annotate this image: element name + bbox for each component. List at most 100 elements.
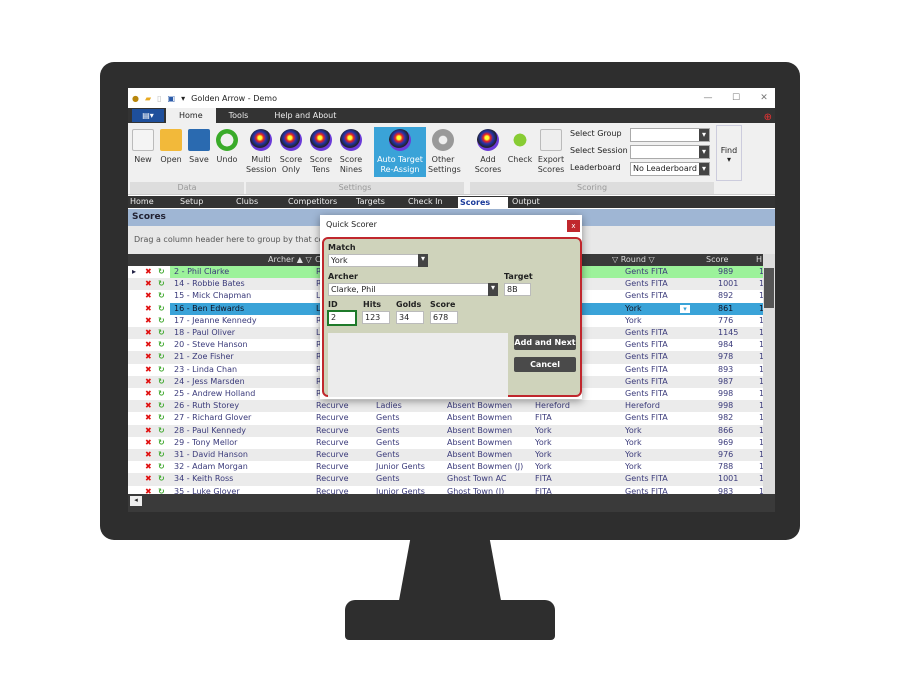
table-row[interactable]: ✖ ↻ 27 - Richard Glover Recurve Gents Absent … [128, 412, 764, 424]
table-row[interactable]: ✖ ↻ 29 - Tony Mellor Recurve Gents Absent Bow… [128, 437, 764, 449]
reassign-icon[interactable]: ↻ [158, 461, 165, 473]
cell-round: Gents FITA [625, 352, 668, 362]
golds-label: Golds [396, 300, 422, 309]
delete-icon[interactable]: ✖ [145, 461, 152, 473]
cell-bow: Recurve [316, 450, 349, 459]
reassign-icon[interactable]: ↻ [158, 412, 165, 424]
cell-cls: Gents [376, 437, 400, 447]
delete-icon[interactable]: ✖ [145, 449, 152, 461]
reassign-icon[interactable]: ↻ [158, 278, 165, 290]
delete-icon[interactable]: ✖ [145, 364, 152, 376]
delete-icon[interactable]: ✖ [145, 388, 152, 400]
match-dropdown-icon[interactable]: ▾ [418, 254, 428, 267]
reassign-icon[interactable]: ↻ [158, 303, 165, 315]
add-and-next-button[interactable]: Add and Next [514, 335, 576, 350]
dialog-title: Quick Scorer [326, 220, 377, 229]
delete-icon[interactable]: ✖ [145, 327, 152, 339]
cell-score: 1001 [718, 474, 739, 484]
monitor-stand [398, 538, 502, 606]
round-dropdown-icon[interactable]: ▾ [680, 304, 690, 313]
target-label: Target [504, 272, 533, 281]
horizontal-scrollbar[interactable]: ◂ [128, 494, 775, 512]
reassign-icon[interactable]: ↻ [158, 437, 165, 449]
vertical-scrollbar[interactable] [763, 254, 775, 494]
cell-score: 989 [718, 267, 734, 276]
cell-tround: Hereford [535, 401, 570, 411]
cell-club: Ghost Town AC [447, 474, 507, 484]
cell-cls: Gents [376, 413, 400, 423]
reassign-icon[interactable]: ↻ [158, 339, 165, 351]
cell-archer: 34 - Keith Ross [174, 474, 234, 484]
delete-icon[interactable]: ✖ [145, 290, 152, 302]
reassign-icon[interactable]: ↻ [158, 290, 165, 302]
cell-round: York [625, 437, 642, 447]
delete-icon[interactable]: ✖ [145, 400, 152, 412]
target-input[interactable]: 8B [504, 283, 531, 296]
reassign-icon[interactable]: ↻ [158, 351, 165, 363]
id-input[interactable]: 2 [327, 310, 357, 326]
cell-round: Gents FITA [625, 389, 668, 398]
cell-archer: 14 - Robbie Bates [174, 279, 245, 289]
help-lifebuoy-icon[interactable]: ⊕ [764, 112, 772, 123]
delete-icon[interactable]: ✖ [145, 425, 152, 437]
delete-icon[interactable]: ✖ [145, 278, 152, 290]
delete-icon[interactable]: ✖ [145, 376, 152, 388]
reassign-icon[interactable]: ↻ [158, 327, 165, 339]
cell-score: 1001 [718, 279, 739, 289]
delete-icon[interactable]: ✖ [145, 437, 152, 449]
cell-club: Absent Bowmen [447, 425, 513, 435]
table-row[interactable]: ✖ ↻ 34 - Keith Ross Recurve Gents Ghost Town … [128, 473, 764, 486]
dialog-close-button[interactable]: x [567, 220, 580, 232]
reassign-icon[interactable]: ↻ [158, 266, 165, 278]
cancel-button[interactable]: Cancel [514, 357, 576, 372]
delete-icon[interactable]: ✖ [145, 303, 152, 315]
cell-score: 788 [718, 462, 734, 472]
table-row[interactable]: ✖ ↻ 32 - Adam Morgan Recurve Junior Gents Abs… [128, 461, 764, 473]
reassign-icon[interactable]: ↻ [158, 449, 165, 461]
reassign-icon[interactable]: ↻ [158, 364, 165, 376]
delete-icon[interactable]: ✖ [145, 351, 152, 363]
cell-score: 1145 [718, 328, 739, 337]
score-label: Score [430, 300, 456, 309]
cell-archer: 15 - Mick Chapman [174, 291, 252, 301]
table-row[interactable]: ✖ ↻ 26 - Ruth Storey Recurve Ladies Absent Bo… [128, 400, 764, 413]
cell-cls: Junior Gents [376, 462, 425, 472]
cell-score: 978 [718, 352, 734, 362]
cell-bow: Recurve [316, 413, 349, 423]
delete-icon[interactable]: ✖ [145, 266, 152, 278]
score-input[interactable]: 678 [430, 311, 458, 324]
delete-icon[interactable]: ✖ [145, 473, 152, 485]
cell-round: York [625, 462, 642, 472]
archer-dropdown-icon[interactable]: ▾ [488, 283, 498, 296]
delete-icon[interactable]: ✖ [145, 339, 152, 351]
dialog-body: Match York ▾ Archer Clarke, Phil ▾ Targe… [322, 237, 582, 397]
cell-score: 893 [718, 364, 734, 374]
reassign-icon[interactable]: ↻ [158, 315, 165, 327]
cell-archer: 28 - Paul Kennedy [174, 425, 246, 435]
cell-archer: 24 - Jess Marsden [174, 376, 245, 386]
cell-archer: 25 - Andrew Holland [174, 389, 256, 398]
cell-score: 984 [718, 340, 734, 350]
cell-round: York [625, 450, 642, 459]
delete-icon[interactable]: ✖ [145, 412, 152, 424]
cell-bow: Recurve [316, 401, 349, 411]
reassign-icon[interactable]: ↻ [158, 388, 165, 400]
cell-score: 998 [718, 389, 734, 398]
reassign-icon[interactable]: ↻ [158, 400, 165, 412]
archer-select[interactable]: Clarke, Phil [328, 283, 498, 296]
reassign-icon[interactable]: ↻ [158, 376, 165, 388]
match-select[interactable]: York [328, 254, 428, 267]
delete-icon[interactable]: ✖ [145, 315, 152, 327]
cell-archer: 31 - David Hanson [174, 450, 248, 459]
table-row[interactable]: ✖ ↻ 28 - Paul Kennedy Recurve Gents Absent Bo… [128, 424, 764, 437]
reassign-icon[interactable]: ↻ [158, 425, 165, 437]
cell-round: Gents FITA [625, 267, 668, 276]
table-row[interactable]: ✖ ↻ 31 - David Hanson Recurve Gents Absent Bo… [128, 449, 764, 462]
cell-club: Absent Bowmen [447, 437, 513, 447]
cell-club: Absent Bowmen [447, 413, 513, 423]
hits-input[interactable]: 123 [362, 311, 390, 324]
cell-round: York [625, 425, 642, 435]
cell-bow: Recurve [316, 474, 349, 484]
golds-input[interactable]: 34 [396, 311, 424, 324]
reassign-icon[interactable]: ↻ [158, 473, 165, 485]
